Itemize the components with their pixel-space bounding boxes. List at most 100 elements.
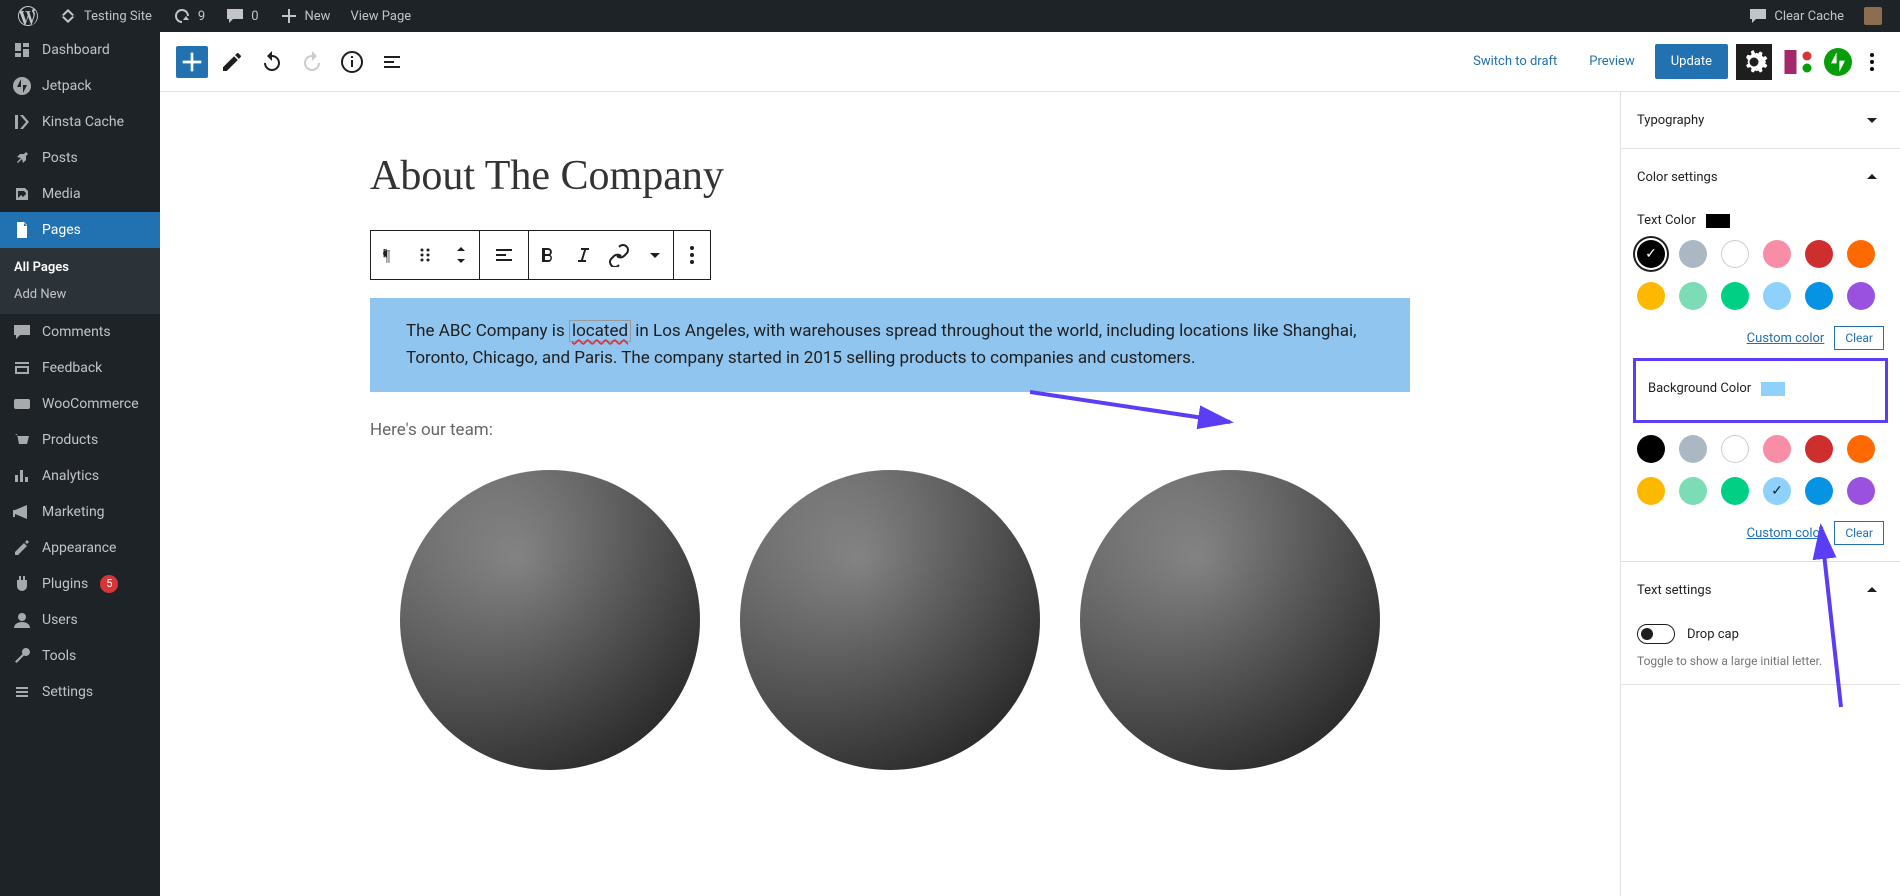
redo-button[interactable] (296, 46, 328, 78)
team-image-1[interactable] (400, 470, 700, 770)
update-button[interactable]: Update (1655, 44, 1728, 79)
bg-swatch-pale-blue[interactable] (1763, 477, 1791, 505)
settings-toggle-button[interactable] (1736, 44, 1772, 80)
bg-swatch-green[interactable] (1721, 477, 1749, 505)
wp-logo[interactable] (8, 0, 48, 32)
sidebar-item-media[interactable]: Media (0, 176, 160, 212)
link-button[interactable] (601, 231, 637, 279)
submenu-all-pages[interactable]: All Pages (0, 254, 160, 281)
bold-button[interactable] (529, 231, 565, 279)
sidebar-item-kinsta[interactable]: Kinsta Cache (0, 104, 160, 140)
swatch-pale-pink[interactable] (1763, 240, 1791, 268)
marketing-icon (12, 502, 32, 522)
drop-cap-label: Drop cap (1687, 627, 1739, 642)
block-type-button[interactable]: ¶ (371, 231, 407, 279)
text-color-clear-button[interactable]: Clear (1834, 326, 1884, 350)
bg-swatch-black[interactable] (1637, 435, 1665, 463)
add-block-button[interactable] (176, 46, 208, 78)
sidebar-item-feedback[interactable]: Feedback (0, 350, 160, 386)
sidebar-item-tools[interactable]: Tools (0, 638, 160, 674)
background-color-highlight: Background Color (1633, 358, 1888, 423)
analytics-icon (12, 466, 32, 486)
annotation-arrow-2 (1781, 517, 1861, 717)
move-up-down-button[interactable] (443, 231, 479, 279)
preview-button[interactable]: Preview (1577, 46, 1646, 77)
swatch-light-green[interactable] (1679, 282, 1707, 310)
editor-canvas[interactable]: About The Company ¶ (160, 92, 1620, 896)
bg-swatch-orange[interactable] (1847, 435, 1875, 463)
user-menu[interactable] (1854, 0, 1892, 32)
sidebar-item-comments[interactable]: Comments (0, 314, 160, 350)
view-page-link[interactable]: View Page (340, 0, 421, 32)
drop-cap-toggle[interactable] (1637, 624, 1675, 644)
yoast-button[interactable] (1780, 44, 1816, 80)
panel-typography-toggle[interactable]: Typography (1621, 92, 1900, 148)
page-title[interactable]: About The Company (370, 152, 1410, 200)
admin-sidebar: Dashboard Jetpack Kinsta Cache Posts Med… (0, 32, 160, 896)
new-label: New (305, 9, 331, 24)
comments-link[interactable]: 0 (215, 0, 268, 32)
sidebar-item-analytics[interactable]: Analytics (0, 458, 160, 494)
site-name-link[interactable]: Testing Site (48, 0, 162, 32)
products-icon (12, 430, 32, 450)
sidebar-item-marketing[interactable]: Marketing (0, 494, 160, 530)
tools-icon (12, 646, 32, 666)
clear-cache-link[interactable]: Clear Cache (1738, 0, 1854, 32)
bg-swatch-gray[interactable] (1679, 435, 1707, 463)
users-icon (12, 610, 32, 630)
updates-link[interactable]: 9 (162, 0, 215, 32)
sidebar-item-pages[interactable]: Pages (0, 212, 160, 248)
swatch-white[interactable] (1721, 240, 1749, 268)
sidebar-item-settings[interactable]: Settings (0, 674, 160, 710)
swatch-green[interactable] (1721, 282, 1749, 310)
team-image-2[interactable] (740, 470, 1040, 770)
svg-text:¶: ¶ (383, 248, 391, 265)
swatch-pale-blue[interactable] (1763, 282, 1791, 310)
sidebar-item-appearance[interactable]: Appearance (0, 530, 160, 566)
swatch-amber[interactable] (1637, 282, 1665, 310)
swatch-blue[interactable] (1805, 282, 1833, 310)
sidebar-item-users[interactable]: Users (0, 602, 160, 638)
swatch-purple[interactable] (1847, 282, 1875, 310)
more-options-button[interactable] (1860, 44, 1884, 80)
outline-button[interactable] (376, 46, 408, 78)
info-button[interactable] (336, 46, 368, 78)
new-link[interactable]: New (269, 0, 341, 32)
submenu-add-new[interactable]: Add New (0, 281, 160, 308)
jetpack-button[interactable] (1824, 48, 1852, 76)
sidebar-item-dashboard[interactable]: Dashboard (0, 32, 160, 68)
swatch-gray[interactable] (1679, 240, 1707, 268)
switch-to-draft-button[interactable]: Switch to draft (1461, 46, 1569, 77)
italic-button[interactable] (565, 231, 601, 279)
more-formatting-button[interactable] (637, 231, 673, 279)
bg-swatch-purple[interactable] (1847, 477, 1875, 505)
team-image-3[interactable] (1080, 470, 1380, 770)
bg-swatch-light-green[interactable] (1679, 477, 1707, 505)
undo-button[interactable] (256, 46, 288, 78)
paragraph-team[interactable]: Here's our team: (370, 420, 1410, 440)
swatch-orange[interactable] (1847, 240, 1875, 268)
sidebar-item-woocommerce[interactable]: WooCommerce (0, 386, 160, 422)
text-custom-color-link[interactable]: Custom color (1747, 331, 1825, 346)
text-color-current (1706, 214, 1730, 228)
sidebar-item-posts[interactable]: Posts (0, 140, 160, 176)
drag-handle[interactable] (407, 231, 443, 279)
sidebar-item-products[interactable]: Products (0, 422, 160, 458)
align-button[interactable] (480, 231, 528, 279)
bg-swatch-vivid-red[interactable] (1805, 435, 1833, 463)
swatch-black[interactable] (1637, 240, 1665, 268)
panel-color-settings-toggle[interactable]: Color settings (1621, 149, 1900, 205)
sidebar-item-plugins[interactable]: Plugins5 (0, 566, 160, 602)
bg-swatch-pale-pink[interactable] (1763, 435, 1791, 463)
bg-swatch-white[interactable] (1721, 435, 1749, 463)
bg-swatch-amber[interactable] (1637, 477, 1665, 505)
bg-swatch-blue[interactable] (1805, 477, 1833, 505)
block-more-button[interactable] (674, 231, 710, 279)
paragraph-block-highlighted[interactable]: The ABC Company is located in Los Angele… (370, 298, 1410, 392)
plugins-icon (12, 574, 32, 594)
edit-mode-button[interactable] (216, 46, 248, 78)
panel-typography: Typography (1621, 92, 1900, 149)
sidebar-submenu-pages: All Pages Add New (0, 248, 160, 314)
sidebar-item-jetpack[interactable]: Jetpack (0, 68, 160, 104)
swatch-vivid-red[interactable] (1805, 240, 1833, 268)
